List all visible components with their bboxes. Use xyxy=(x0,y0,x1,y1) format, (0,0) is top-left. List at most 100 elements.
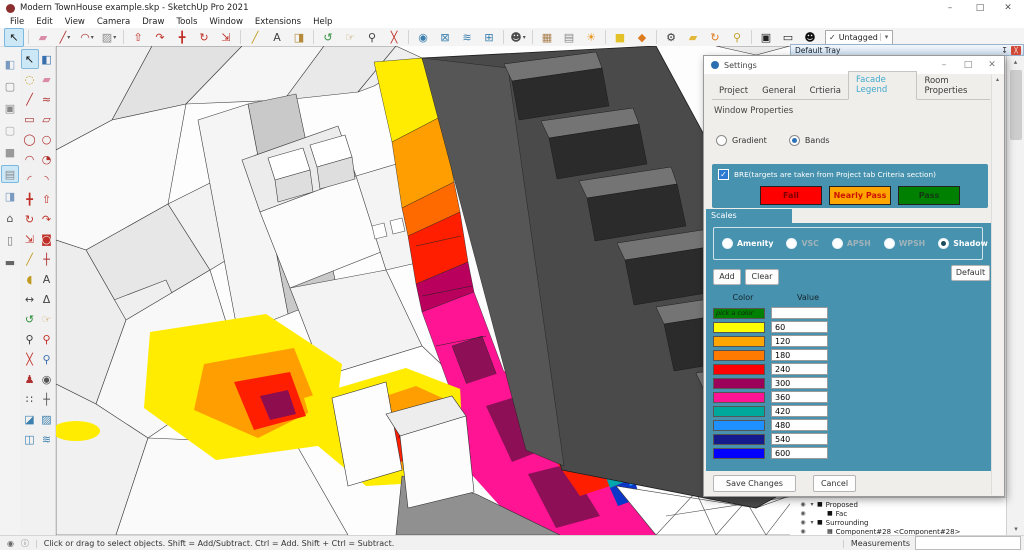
mode-option-gradient[interactable]: Gradient xyxy=(716,135,767,146)
scale-option-apsh[interactable]: APSH xyxy=(832,238,871,249)
color-swatch-6[interactable] xyxy=(713,392,765,403)
value-input-9[interactable] xyxy=(771,433,828,445)
scale-tool-button[interactable]: ⇲ xyxy=(21,229,39,249)
visibility-eye-icon[interactable]: ◉ xyxy=(798,528,808,535)
maximize-button[interactable]: □ xyxy=(966,0,994,16)
field-of-view-tool-button[interactable]: ┼ xyxy=(38,389,56,409)
menu-edit[interactable]: Edit xyxy=(30,17,58,27)
lasso-tool-button[interactable]: ◌ xyxy=(21,69,39,89)
value-input-6[interactable] xyxy=(771,391,828,403)
rotate-tool-button[interactable]: ↻ xyxy=(21,209,39,229)
style-monochrome-button[interactable]: ◨ xyxy=(1,187,19,205)
view-home-button[interactable]: ⌂ xyxy=(1,209,19,227)
color-swatch-7[interactable] xyxy=(713,406,765,417)
dialog-minimize-button[interactable]: – xyxy=(932,60,956,70)
clear-button[interactable]: Clear xyxy=(745,269,779,285)
value-input-8[interactable] xyxy=(771,419,828,431)
walk-tool-button[interactable]: ∷ xyxy=(21,389,39,409)
tab-crtieria[interactable]: Crtieria xyxy=(803,83,848,100)
tab-general[interactable]: General xyxy=(755,83,803,100)
scroll-down-icon[interactable]: ▾ xyxy=(1007,523,1024,535)
tab-room-properties[interactable]: Room Properties xyxy=(917,73,990,100)
zoom-tool-button[interactable]: ⚲ xyxy=(362,28,382,47)
tab-facade-legend[interactable]: Facade Legend xyxy=(848,71,917,100)
text-tool-button[interactable]: A xyxy=(267,28,287,47)
spreadsheet-tool-button[interactable]: ▤ xyxy=(559,28,579,47)
tag-dropdown[interactable]: ✓ Untagged ▾ xyxy=(825,30,893,45)
rectangle-tool-button[interactable]: ▭ xyxy=(21,109,39,129)
value-input-10[interactable] xyxy=(771,447,828,459)
pin-icon[interactable]: ↧ xyxy=(1001,46,1008,55)
paint-bucket-tool-button[interactable]: ◨ xyxy=(289,28,309,47)
move-tool-button[interactable]: ╋ xyxy=(21,189,39,209)
protractor-tool-button[interactable]: ◖ xyxy=(21,269,39,289)
color-swatch-1[interactable] xyxy=(713,322,765,333)
massing-wedge-tool-button[interactable]: ◆ xyxy=(632,28,652,47)
select-tool-button[interactable]: ↖ xyxy=(21,49,39,69)
circle-tool-button[interactable]: ◯ xyxy=(21,129,39,149)
make-component-tool-button[interactable]: ◧ xyxy=(38,49,56,69)
zoom-extents-tool-button[interactable]: ╳ xyxy=(21,349,39,369)
settings-gear-tool-button[interactable]: ⚙ xyxy=(661,28,681,47)
geolocation-icon[interactable]: ◉ xyxy=(7,539,14,548)
section-fill-tool-button[interactable]: ⊠ xyxy=(435,28,455,47)
menu-draw[interactable]: Draw xyxy=(136,17,170,27)
window-calculator-tool-button[interactable]: ▦ xyxy=(537,28,557,47)
value-input-5[interactable] xyxy=(771,377,828,389)
color-swatch-9[interactable] xyxy=(713,434,765,445)
freehand-tool-button[interactable]: ≈ xyxy=(38,89,56,109)
3d-text-tool-button[interactable]: Δ xyxy=(38,289,56,309)
move-tool-button[interactable]: ╋ xyxy=(172,28,192,47)
value-input-3[interactable] xyxy=(771,349,828,361)
menu-file[interactable]: File xyxy=(4,17,30,27)
value-input-0[interactable] xyxy=(771,307,828,319)
cancel-button[interactable]: Cancel xyxy=(813,475,856,492)
text-tool-button[interactable]: A xyxy=(38,269,56,289)
pan-tool-button[interactable]: ☞ xyxy=(38,309,56,329)
expander-icon[interactable]: ▾ xyxy=(808,519,816,526)
mode-option-bands[interactable]: Bands xyxy=(789,135,830,146)
color-swatch-5[interactable] xyxy=(713,378,765,389)
radio-shadow-icon[interactable] xyxy=(938,238,949,249)
followme-tool-button[interactable]: ↷ xyxy=(38,209,56,229)
line-tool-button[interactable]: ╱ xyxy=(21,89,39,109)
chevron-down-icon[interactable]: ▾ xyxy=(91,34,94,41)
radio-bands-icon[interactable] xyxy=(789,135,800,146)
radio-gradient-icon[interactable] xyxy=(716,135,727,146)
save-changes-button[interactable]: Save Changes xyxy=(713,475,796,492)
rectangle-tool-button[interactable]: ▨▾ xyxy=(99,28,119,47)
visibility-eye-icon[interactable]: ◉ xyxy=(798,510,808,517)
tape-measure-tool-button[interactable]: ╱ xyxy=(21,249,39,269)
scale-option-amenity[interactable]: Amenity xyxy=(722,238,773,249)
chevron-down-icon[interactable]: ▾ xyxy=(67,34,70,41)
tape-measure-tool-button[interactable]: ╱ xyxy=(245,28,265,47)
color-swatch-8[interactable] xyxy=(713,420,765,431)
color-swatch-4[interactable] xyxy=(713,364,765,375)
color-swatch-3[interactable] xyxy=(713,350,765,361)
scale-option-shadow[interactable]: Shadow xyxy=(938,238,988,249)
style-hidden-line-button[interactable]: ▢ xyxy=(1,121,19,139)
menu-view[interactable]: View xyxy=(59,17,91,27)
nearly-pass-button[interactable]: Nearly Pass xyxy=(829,186,891,205)
style-shaded-textures-button[interactable]: ▤ xyxy=(1,165,19,183)
zoom-extents-tool-button[interactable]: ╳ xyxy=(384,28,404,47)
scroll-up-icon[interactable]: ▴ xyxy=(1007,56,1024,68)
rotated-rectangle-tool-button[interactable]: ▱ xyxy=(38,109,56,129)
zoom-window-tool-button[interactable]: ⚲ xyxy=(38,329,56,349)
refresh-tool-button[interactable]: ↻ xyxy=(705,28,725,47)
sun-study-tool-button[interactable]: ☀ xyxy=(581,28,601,47)
dimension-tool-button[interactable]: ↔ xyxy=(21,289,39,309)
outliner-item-proposed[interactable]: ◉▾■Proposed xyxy=(790,500,1006,509)
pan-tool-button[interactable]: ☞ xyxy=(340,28,360,47)
scroll-up-icon[interactable]: ▴ xyxy=(992,75,1003,85)
arc-tool-button[interactable]: ◠▾ xyxy=(77,28,97,47)
tab-project[interactable]: Project xyxy=(712,83,755,100)
default-button[interactable]: Default xyxy=(951,265,990,281)
color-swatch-10[interactable] xyxy=(713,448,765,459)
select-tool-button[interactable]: ↖ xyxy=(4,28,24,47)
eraser-tool-button[interactable]: ▰ xyxy=(38,69,56,89)
massing-box-tool-button[interactable]: ■ xyxy=(610,28,630,47)
outliner-item-fac[interactable]: ◉■Fac xyxy=(790,509,1006,518)
axes-tool-button[interactable]: ┼ xyxy=(38,249,56,269)
scale-option-wpsh[interactable]: WPSH xyxy=(884,238,925,249)
